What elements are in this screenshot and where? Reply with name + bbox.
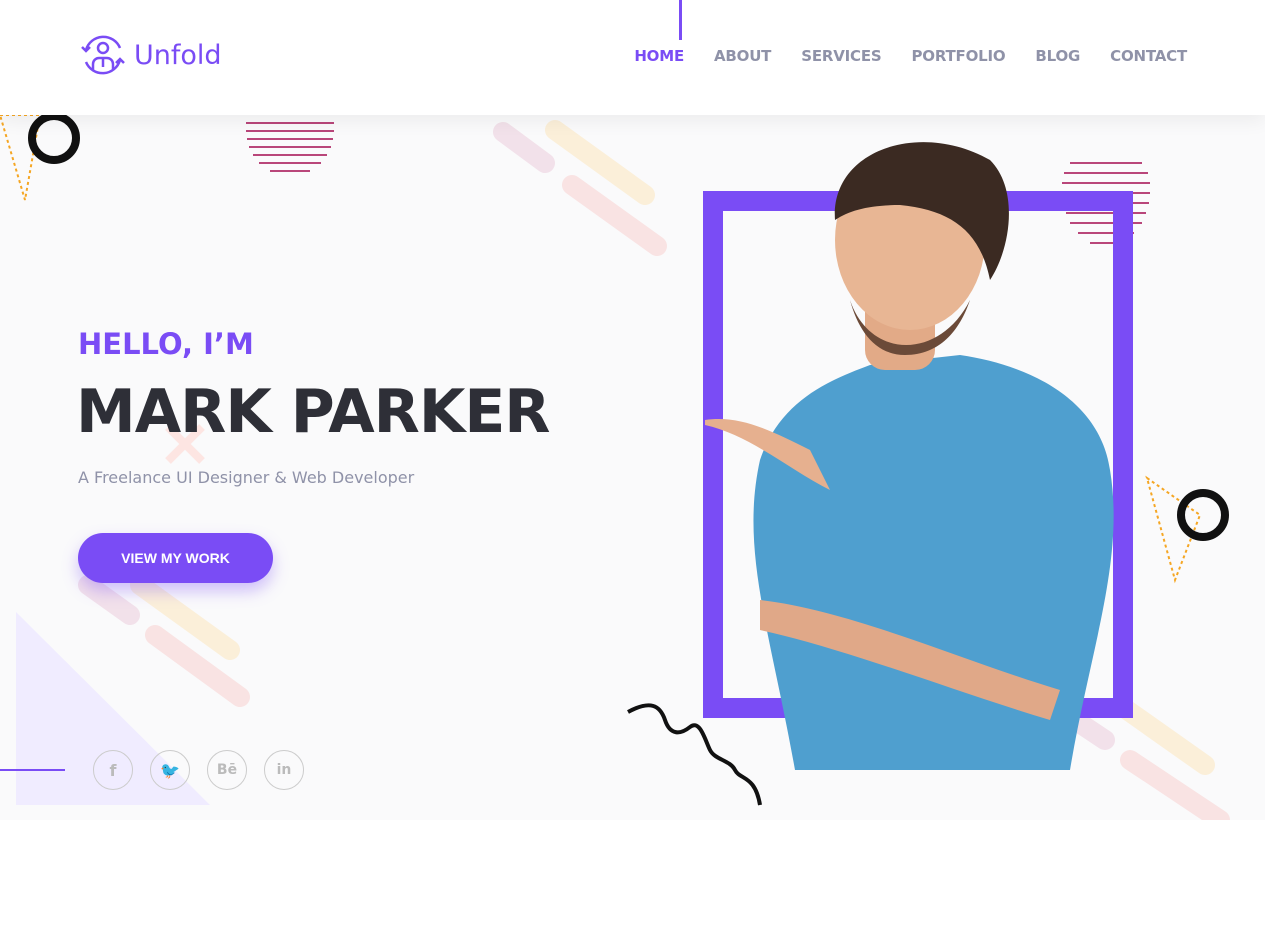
nav-home[interactable]: HOME [634,47,684,65]
facebook-icon[interactable]: f [93,750,133,790]
nav-indicator [679,0,682,40]
view-my-work-button[interactable]: VIEW MY WORK [78,533,273,583]
hero-section: HELLO, I’M MARK PARKER A Freelance UI De… [0,115,1265,820]
behance-icon[interactable]: Bē [207,750,247,790]
hero-subtitle: A Freelance UI Designer & Web Developer [78,468,415,487]
nav-services[interactable]: SERVICES [801,47,881,65]
nav-portfolio[interactable]: PORTFOLIO [911,47,1005,65]
brand-name: Unfold [134,39,222,71]
logo[interactable]: Unfold [80,34,222,76]
site-header: Unfold HOME ABOUT SERVICES PORTFOLIO BLO… [0,0,1265,115]
portrait-image [705,142,1114,770]
twitter-icon[interactable]: 🐦 [150,750,190,790]
hero-name: MARK PARKER [76,377,551,447]
logo-icon [81,35,125,75]
nav-contact[interactable]: CONTACT [1110,47,1187,65]
hero-greeting: HELLO, I’M [78,327,254,361]
main-nav: HOME ABOUT SERVICES PORTFOLIO BLOG CONTA… [634,47,1187,65]
nav-about[interactable]: ABOUT [714,47,771,65]
linkedin-icon[interactable]: in [264,750,304,790]
nav-blog[interactable]: BLOG [1035,47,1080,65]
